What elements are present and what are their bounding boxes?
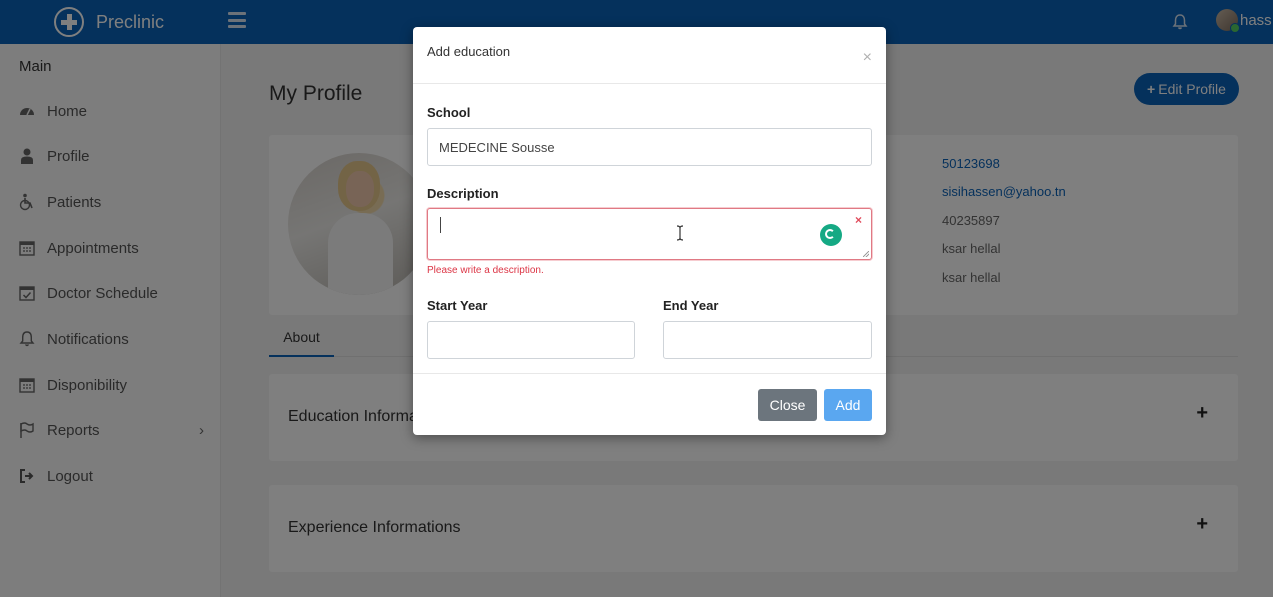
start-year-input[interactable] xyxy=(427,321,635,359)
description-label: Description xyxy=(427,186,499,201)
end-year-label: End Year xyxy=(663,298,719,313)
close-button[interactable]: Close xyxy=(758,389,817,421)
resize-handle-icon[interactable] xyxy=(863,251,869,257)
clear-icon[interactable]: × xyxy=(855,213,862,227)
end-year-input[interactable] xyxy=(663,321,872,359)
close-icon[interactable]: × xyxy=(863,49,872,67)
modal-footer: Close Add xyxy=(413,373,886,436)
start-year-label: Start Year xyxy=(427,298,488,313)
description-error: Please write a description. xyxy=(427,265,544,276)
add-education-modal: Add education × School Description × Ple… xyxy=(413,27,886,435)
modal-title: Add education xyxy=(427,44,511,59)
ibeam-cursor-icon xyxy=(676,225,684,241)
grammarly-icon[interactable] xyxy=(820,224,842,246)
add-button[interactable]: Add xyxy=(824,389,872,421)
description-textarea[interactable]: × xyxy=(427,208,872,260)
text-cursor xyxy=(440,217,441,233)
school-label: School xyxy=(427,105,471,120)
school-input[interactable] xyxy=(427,128,872,166)
modal-header: Add education × xyxy=(413,27,886,84)
